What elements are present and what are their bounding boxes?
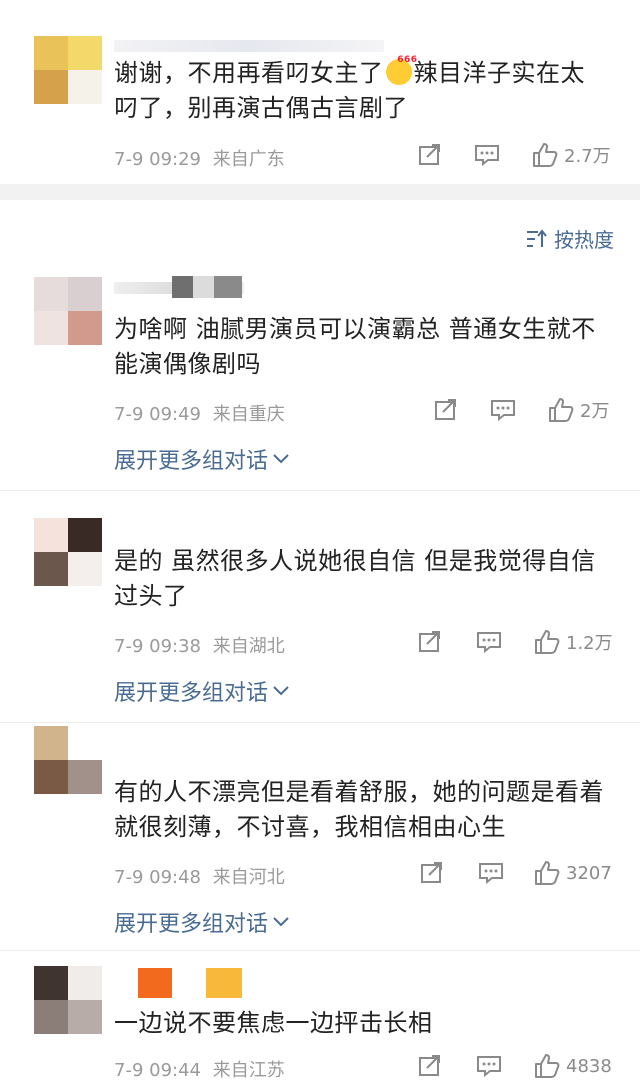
share-button[interactable] — [418, 1054, 442, 1078]
sort-button[interactable]: 按热度 — [526, 224, 614, 253]
comment-time: 7-9 09:44 — [114, 1060, 201, 1081]
comment-time: 7-9 09:38 — [114, 636, 201, 657]
username-blurred[interactable] — [114, 40, 384, 52]
comment-location: 来自重庆 — [212, 404, 285, 425]
comment-text: 为啥啊 油腻男演员可以演霸总 普通女生就不 能演偶像剧吗 — [114, 315, 596, 378]
like-button[interactable]: 2.7万 — [532, 142, 611, 168]
comment-text: 谢谢，不用再看叼女主了 666 辣目洋子实在太 叼了，别再演古偶古言剧了 — [114, 55, 585, 122]
comment-button[interactable] — [476, 631, 502, 653]
comment-location: 来自河北 — [212, 867, 285, 888]
like-button[interactable]: 3207 — [534, 860, 612, 886]
comment-icon — [479, 863, 503, 884]
like-button[interactable]: 4838 — [534, 1053, 612, 1079]
sort-icon — [527, 228, 547, 247]
comment-meta: 7-9 09:38 来自湖北 — [114, 632, 285, 658]
comment-icon — [475, 145, 499, 166]
like-count: 2.7万 — [564, 146, 611, 167]
share-icon — [419, 1055, 440, 1076]
comment-icon — [477, 1056, 501, 1077]
share-button[interactable] — [420, 861, 444, 885]
avatar[interactable] — [34, 518, 102, 586]
thumbs-up-icon — [535, 630, 560, 654]
badge-blurred — [138, 968, 172, 998]
comment-button[interactable] — [478, 862, 504, 884]
divider — [0, 722, 640, 723]
comment-text: 有的人不漂亮但是看着舒服，她的问题是看着 就很刻薄，不讨喜，我相信相由心生 — [114, 778, 604, 841]
divider — [0, 950, 640, 951]
section-separator — [0, 184, 640, 200]
expand-replies-link[interactable]: 展开更多组对话 — [114, 443, 290, 475]
comment-location: 来自广东 — [212, 149, 285, 170]
comment-icon — [477, 632, 501, 653]
like-button[interactable]: 1.2万 — [534, 629, 613, 655]
share-icon — [419, 631, 440, 652]
like-count: 4838 — [566, 1055, 612, 1077]
chevron-down-icon — [273, 686, 289, 696]
comment-meta: 7-9 09:29 来自广东 — [114, 145, 285, 171]
divider — [0, 490, 640, 491]
expand-label: 展开更多组对话 — [114, 912, 269, 937]
comment-meta: 7-9 09:48 来自河北 — [114, 863, 285, 889]
like-count: 1.2万 — [566, 633, 613, 654]
comment-time: 7-9 09:49 — [114, 404, 201, 425]
comment-meta: 7-9 09:49 来自重庆 — [114, 400, 285, 426]
sort-label: 按热度 — [554, 228, 614, 252]
like-button[interactable]: 2万 — [548, 397, 609, 423]
thumbs-up-icon — [533, 143, 558, 167]
comment-time: 7-9 09:48 — [114, 867, 201, 888]
comment-button[interactable] — [474, 144, 500, 166]
comment-location: 来自江苏 — [212, 1060, 285, 1081]
badge-blurred — [206, 968, 242, 998]
expand-label: 展开更多组对话 — [114, 449, 269, 474]
avatar[interactable] — [34, 966, 102, 1034]
like-count: 2万 — [580, 401, 610, 422]
comment-icon — [491, 400, 515, 421]
like-count: 3207 — [566, 862, 612, 884]
avatar[interactable] — [34, 36, 102, 104]
comment-meta: 7-9 09:44 来自江苏 — [114, 1056, 285, 1082]
comment-location: 来自湖北 — [212, 636, 285, 657]
share-button[interactable] — [418, 143, 442, 167]
expand-replies-link[interactable]: 展开更多组对话 — [114, 675, 290, 707]
avatar[interactable] — [34, 277, 102, 345]
comment-button[interactable] — [490, 399, 516, 421]
share-icon — [419, 144, 440, 165]
thumbs-up-icon — [535, 1054, 560, 1078]
comment-time: 7-9 09:29 — [114, 149, 201, 170]
thumbs-up-icon — [535, 861, 560, 885]
share-button[interactable] — [434, 398, 458, 422]
comment-text: 一边说不要焦虑一边抨击长相 — [114, 1009, 433, 1037]
comment-text: 是的 虽然很多人说她很自信 但是我觉得自信 过头了 — [114, 547, 596, 610]
share-icon — [435, 399, 456, 420]
expand-replies-link[interactable]: 展开更多组对话 — [114, 906, 290, 938]
avatar[interactable] — [34, 726, 102, 794]
share-button[interactable] — [418, 630, 442, 654]
chevron-down-icon — [273, 917, 289, 927]
comment-button[interactable] — [476, 1055, 502, 1077]
emoji-666: 666 — [385, 55, 417, 85]
badge-blurred — [172, 276, 242, 298]
share-icon — [421, 862, 442, 883]
expand-label: 展开更多组对话 — [114, 681, 269, 706]
thumbs-up-icon — [549, 398, 574, 422]
chevron-down-icon — [273, 454, 289, 464]
